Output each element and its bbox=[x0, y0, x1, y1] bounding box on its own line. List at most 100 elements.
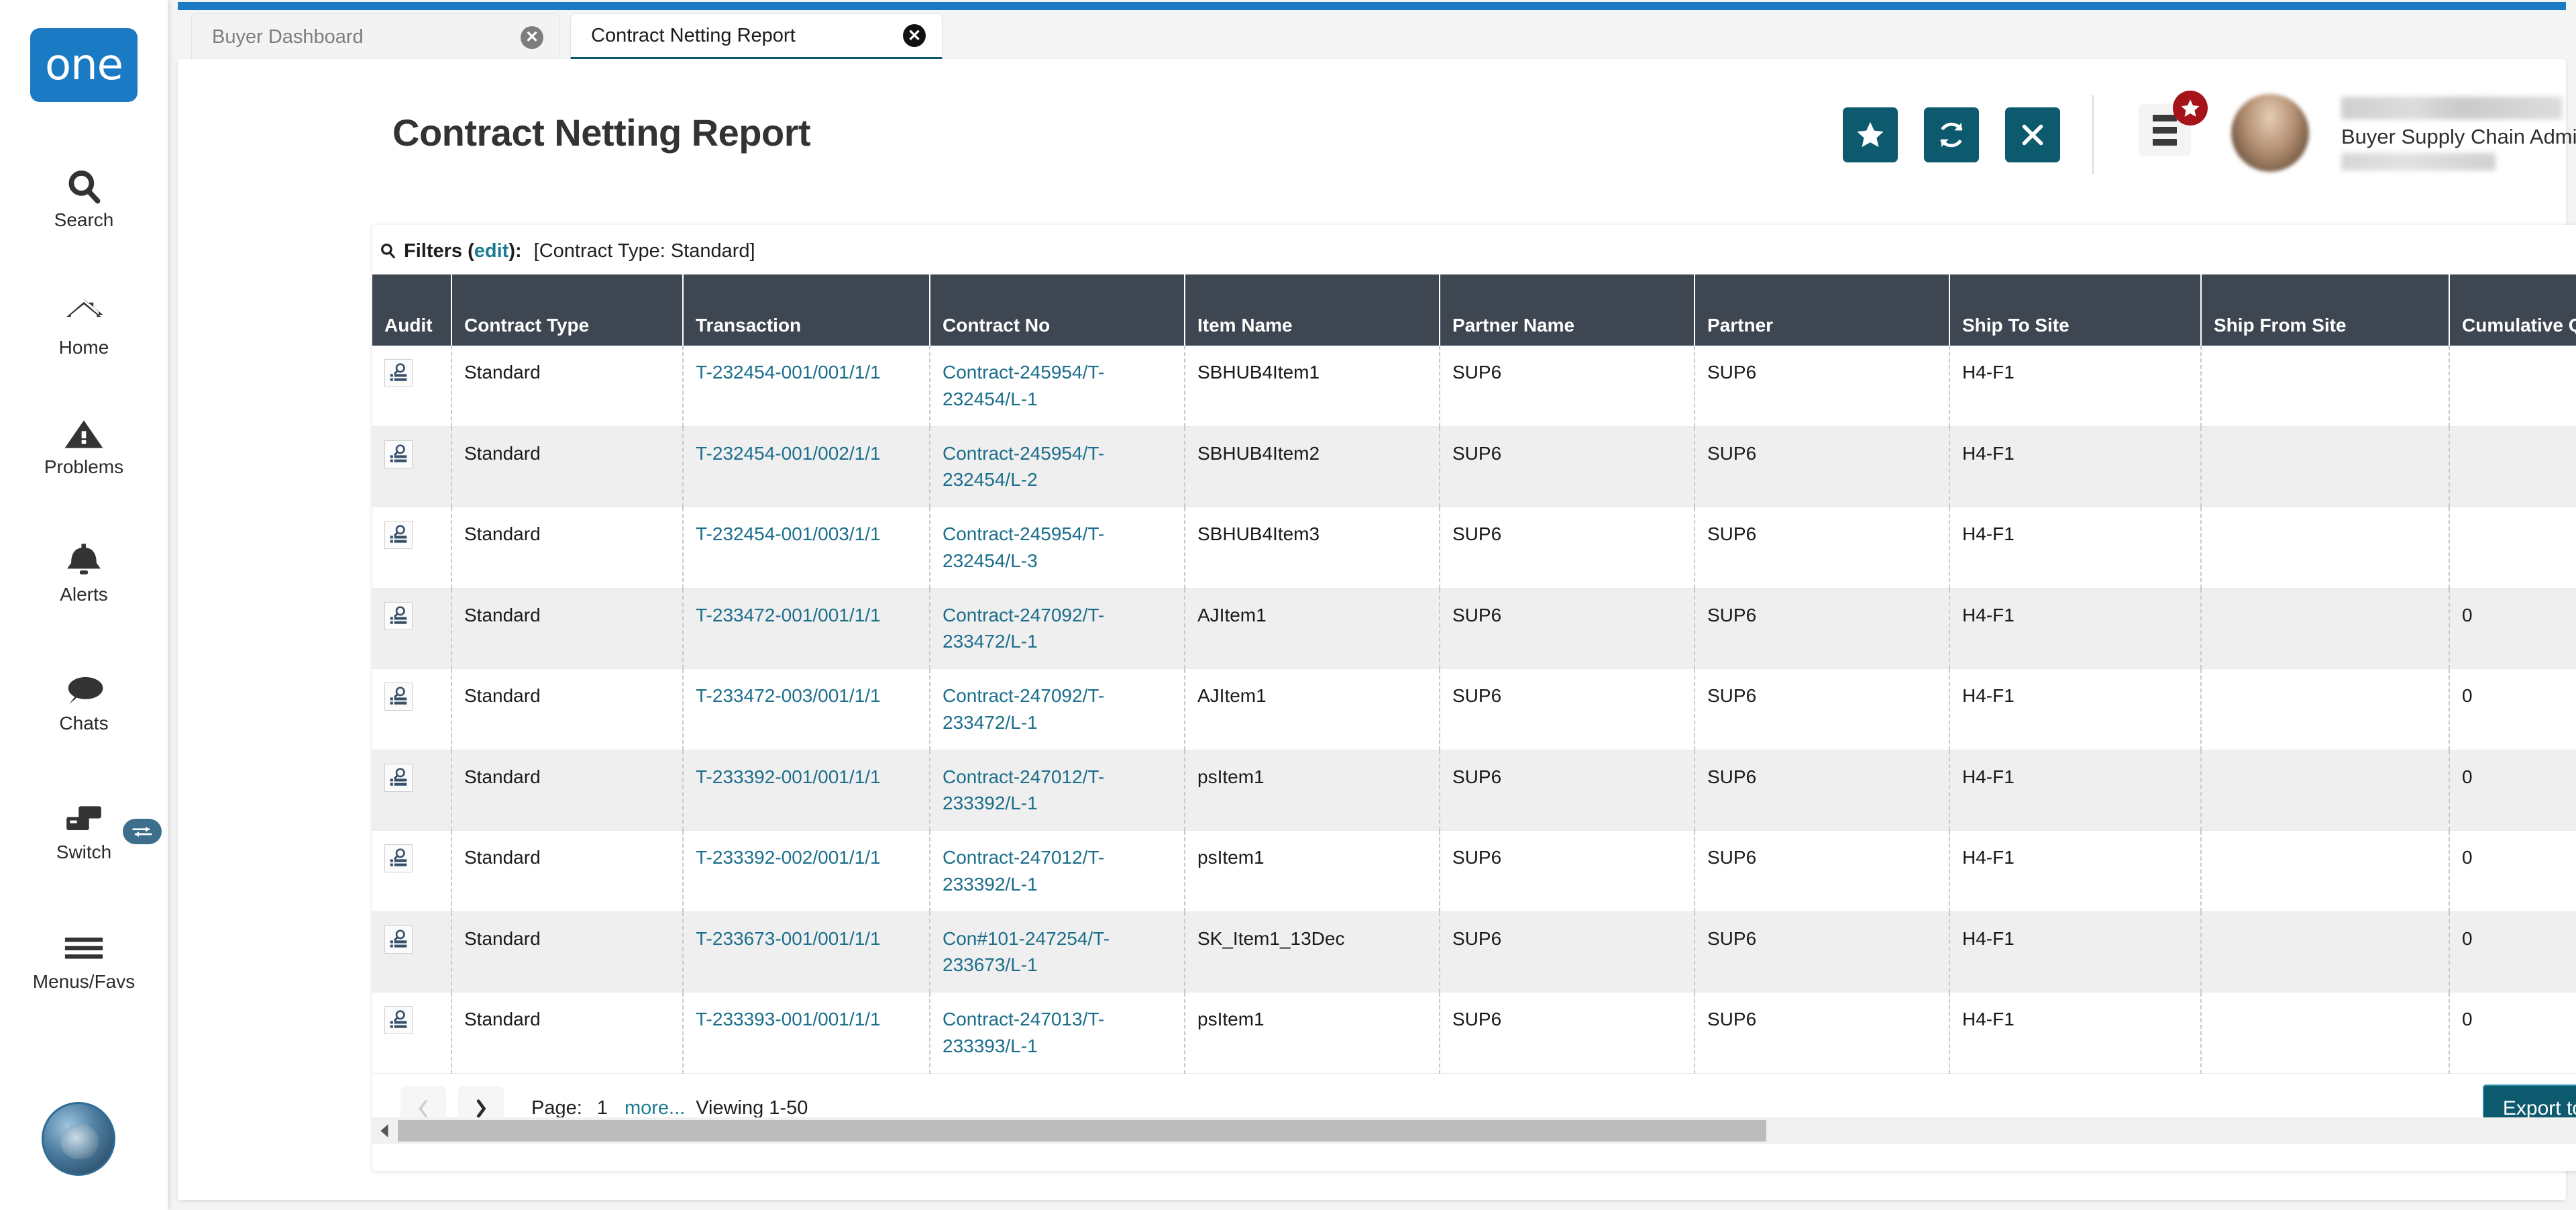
filters-value: [Contract Type: Standard] bbox=[533, 240, 755, 262]
column-header-ship-from-site[interactable]: Ship From Site bbox=[2201, 274, 2450, 346]
cell-audit[interactable] bbox=[372, 830, 452, 912]
viewing-text: Viewing 1-50 bbox=[696, 1097, 808, 1119]
cell-partner-name: SUP6 bbox=[1440, 830, 1695, 912]
audit-icon[interactable] bbox=[384, 440, 413, 468]
search-icon bbox=[379, 242, 396, 260]
table-row[interactable]: Standard T-233393-001/001/1/1 Contract-247… bbox=[372, 992, 2576, 1074]
cell-ship-to-site: H4-F1 bbox=[1949, 507, 2202, 589]
cell-audit[interactable] bbox=[372, 992, 452, 1074]
cell-ship-from-site bbox=[2201, 992, 2450, 1074]
cell-contract-no[interactable]: Contract-247092/T-233472/L-1 bbox=[930, 588, 1185, 669]
column-header-audit[interactable]: Audit bbox=[372, 274, 452, 346]
cell-partner: SUP6 bbox=[1695, 346, 1950, 427]
cell-contract-no[interactable]: Contract-247012/T-233392/L-1 bbox=[930, 750, 1185, 831]
sidebar-item-label: Problems bbox=[44, 456, 124, 477]
hamburger-icon bbox=[2153, 115, 2177, 121]
table-row[interactable]: Standard T-232454-001/002/1/1 Contract-245… bbox=[372, 426, 2576, 507]
sidebar-item-menus-favs[interactable]: Menus/Favs bbox=[0, 929, 168, 993]
cell-cumulative-qty: 0 bbox=[2449, 992, 2576, 1074]
cell-partner-name: SUP6 bbox=[1440, 426, 1695, 507]
cell-transaction[interactable]: T-232454-001/001/1/1 bbox=[683, 346, 930, 427]
sidebar-item-alerts[interactable]: Alerts bbox=[0, 542, 168, 605]
close-icon[interactable]: ✕ bbox=[903, 24, 926, 47]
column-header-partner[interactable]: Partner bbox=[1695, 274, 1950, 346]
column-header-cumulative-qty[interactable]: Cumulative Qty bbox=[2449, 274, 2576, 346]
cell-contract-no[interactable]: Con#101-247254/T-233673/L-1 bbox=[930, 911, 1185, 993]
cell-transaction[interactable]: T-232454-001/002/1/1 bbox=[683, 426, 930, 507]
cell-transaction[interactable]: T-233472-003/001/1/1 bbox=[683, 668, 930, 750]
cell-transaction[interactable]: T-233392-001/001/1/1 bbox=[683, 750, 930, 831]
table-row[interactable]: Standard T-233472-003/001/1/1 Contract-247… bbox=[372, 668, 2576, 750]
cell-partner: SUP6 bbox=[1695, 668, 1950, 750]
cell-contract-no[interactable]: Contract-247013/T-233393/L-1 bbox=[930, 992, 1185, 1074]
audit-icon[interactable] bbox=[384, 925, 413, 954]
data-grid-viewport: Audit Contract Type Transaction Contract… bbox=[372, 274, 2576, 1097]
cell-contract-type: Standard bbox=[451, 750, 684, 831]
audit-icon[interactable] bbox=[384, 521, 413, 549]
audit-icon[interactable] bbox=[384, 601, 413, 630]
user-subtext-redacted bbox=[2341, 153, 2496, 170]
audit-icon[interactable] bbox=[384, 359, 413, 387]
table-row[interactable]: Standard T-233392-001/001/1/1 Contract-247… bbox=[372, 750, 2576, 831]
horizontal-scroll-thumb[interactable] bbox=[398, 1120, 1766, 1142]
cell-transaction[interactable]: T-233472-001/001/1/1 bbox=[683, 588, 930, 669]
cell-contract-no[interactable]: Contract-247092/T-233472/L-1 bbox=[930, 668, 1185, 750]
audit-icon[interactable] bbox=[384, 683, 413, 711]
brand-logo[interactable]: one bbox=[30, 28, 138, 102]
cell-audit[interactable] bbox=[372, 911, 452, 993]
table-row[interactable]: Standard T-232454-001/003/1/1 Contract-245… bbox=[372, 507, 2576, 589]
cell-cumulative-qty: 0 bbox=[2449, 830, 2576, 912]
favorite-button[interactable] bbox=[1843, 107, 1898, 162]
report-panel: Filters ( edit ): [Contract Type: Standa… bbox=[372, 225, 2576, 1171]
more-link[interactable]: more... bbox=[625, 1097, 685, 1119]
cell-contract-no[interactable]: Contract-245954/T-232454/L-3 bbox=[930, 507, 1185, 589]
close-button[interactable] bbox=[2005, 107, 2060, 162]
cell-ship-to-site: H4-F1 bbox=[1949, 992, 2202, 1074]
cell-transaction[interactable]: T-233673-001/001/1/1 bbox=[683, 911, 930, 993]
close-icon[interactable]: ✕ bbox=[521, 26, 543, 49]
avatar[interactable] bbox=[2231, 94, 2309, 172]
cell-audit[interactable] bbox=[372, 750, 452, 831]
audit-icon[interactable] bbox=[384, 1006, 413, 1034]
scroll-left-icon[interactable] bbox=[372, 1117, 396, 1144]
cell-contract-no[interactable]: Contract-245954/T-232454/L-2 bbox=[930, 426, 1185, 507]
audit-icon[interactable] bbox=[384, 844, 413, 872]
sidebar-item-label: Alerts bbox=[60, 584, 108, 605]
cell-contract-no[interactable]: Contract-245954/T-232454/L-1 bbox=[930, 346, 1185, 427]
cell-audit[interactable] bbox=[372, 668, 452, 750]
cell-audit[interactable] bbox=[372, 346, 452, 427]
table-row[interactable]: Standard T-233472-001/001/1/1 Contract-247… bbox=[372, 588, 2576, 669]
cell-audit[interactable] bbox=[372, 426, 452, 507]
cell-partner-name: SUP6 bbox=[1440, 507, 1695, 589]
sidebar-item-search[interactable]: Search bbox=[0, 168, 168, 231]
table-row[interactable]: Standard T-233673-001/001/1/1 Con#101-2472… bbox=[372, 911, 2576, 993]
refresh-button[interactable] bbox=[1924, 107, 1979, 162]
cell-transaction[interactable]: T-233393-001/001/1/1 bbox=[683, 992, 930, 1074]
table-row[interactable]: Standard T-233392-002/001/1/1 Contract-247… bbox=[372, 830, 2576, 912]
cell-transaction[interactable]: T-232454-001/003/1/1 bbox=[683, 507, 930, 589]
grid-horizontal-scrollbar[interactable] bbox=[372, 1117, 2576, 1144]
column-header-contract-no[interactable]: Contract No bbox=[930, 274, 1185, 346]
column-header-transaction[interactable]: Transaction bbox=[683, 274, 930, 346]
filters-edit-link[interactable]: edit bbox=[474, 240, 509, 262]
hamburger-icon bbox=[2153, 127, 2177, 134]
audit-icon[interactable] bbox=[384, 763, 413, 792]
tab-buyer-dashboard[interactable]: Buyer Dashboard ✕ bbox=[191, 13, 560, 60]
sidebar-item-problems[interactable]: Problems bbox=[0, 415, 168, 478]
switch-toggle-badge[interactable] bbox=[123, 819, 162, 844]
cell-contract-type: Standard bbox=[451, 668, 684, 750]
cell-audit[interactable] bbox=[372, 588, 452, 669]
column-header-partner-name[interactable]: Partner Name bbox=[1440, 274, 1695, 346]
sidebar-item-chats[interactable]: Chats bbox=[0, 671, 168, 734]
column-header-ship-to-site[interactable]: Ship To Site bbox=[1949, 274, 2202, 346]
column-header-item-name[interactable]: Item Name bbox=[1185, 274, 1440, 346]
favorites-badge[interactable] bbox=[2173, 91, 2208, 125]
cell-audit[interactable] bbox=[372, 507, 452, 589]
rail-avatar[interactable] bbox=[42, 1102, 115, 1176]
column-header-contract-type[interactable]: Contract Type bbox=[451, 274, 684, 346]
cell-contract-no[interactable]: Contract-247012/T-233392/L-1 bbox=[930, 830, 1185, 912]
cell-transaction[interactable]: T-233392-002/001/1/1 bbox=[683, 830, 930, 912]
sidebar-item-home[interactable]: Home bbox=[0, 295, 168, 358]
table-row[interactable]: Standard T-232454-001/001/1/1 Contract-245… bbox=[372, 346, 2576, 427]
tab-contract-netting-report[interactable]: Contract Netting Report ✕ bbox=[570, 13, 943, 60]
